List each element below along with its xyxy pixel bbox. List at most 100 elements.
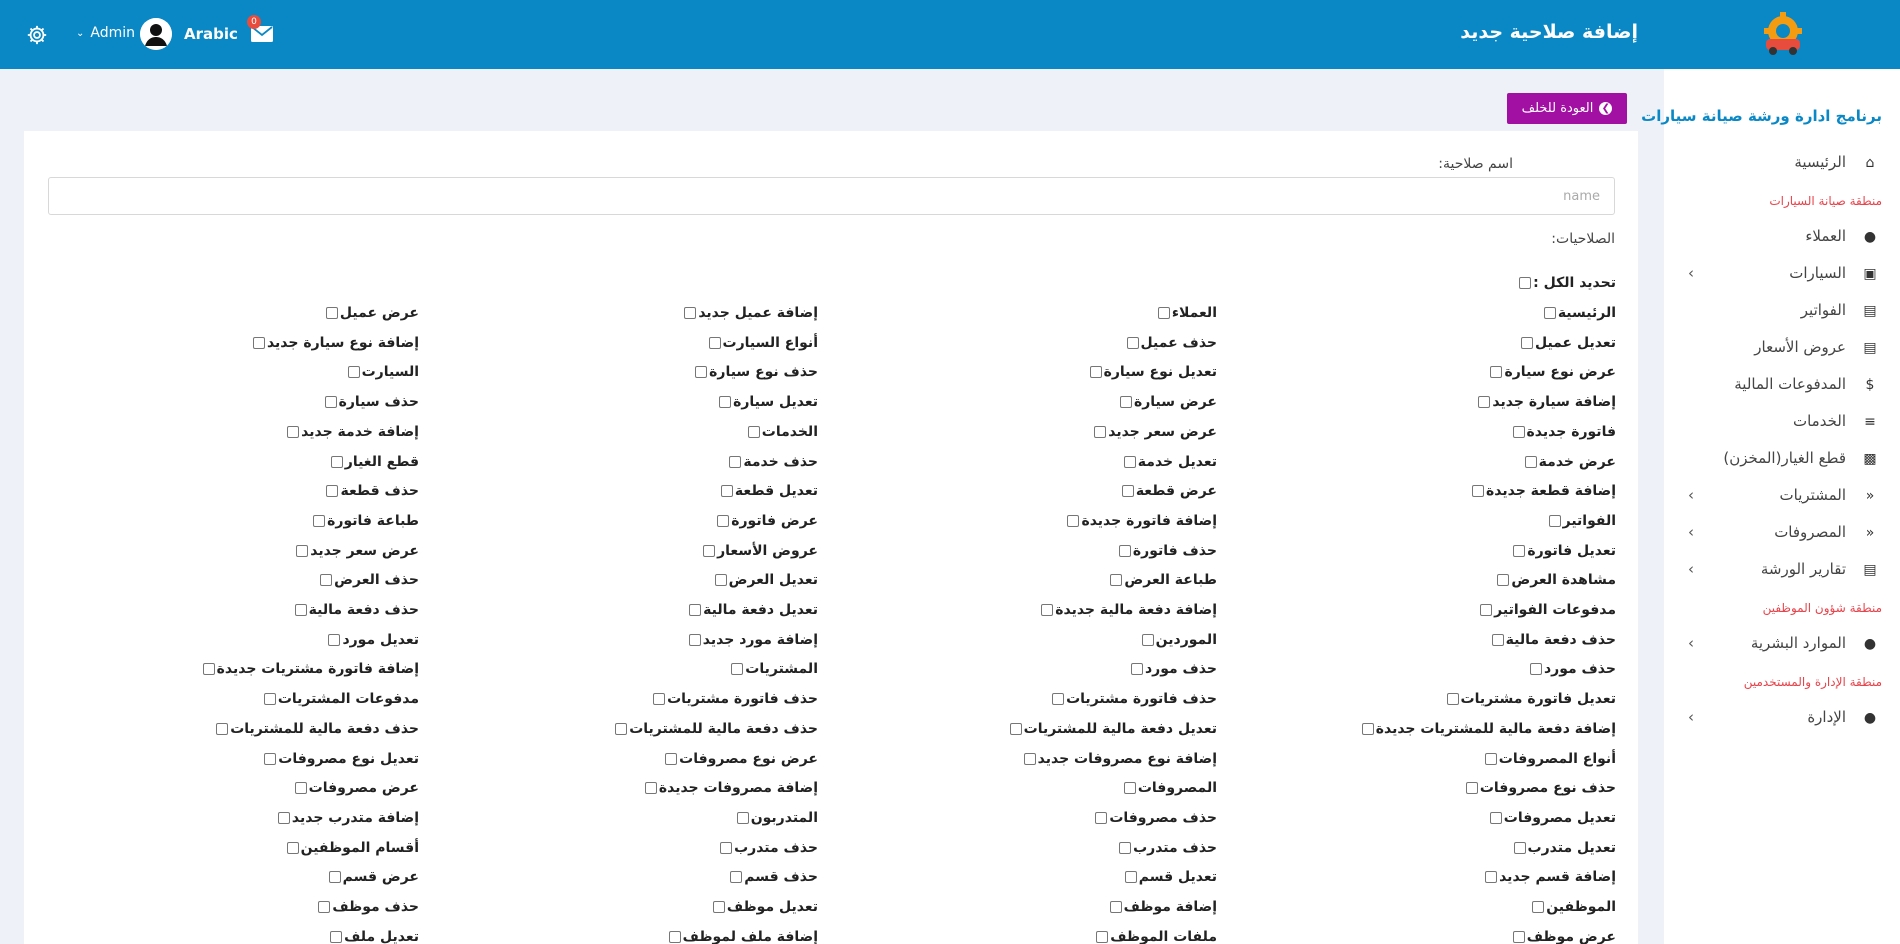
permission-checkbox[interactable]: حذف فاتورة مشتريات xyxy=(653,691,818,707)
checkbox[interactable] xyxy=(688,634,701,646)
permission-checkbox[interactable]: عرض سعر جديد xyxy=(296,543,419,559)
permission-checkbox[interactable]: تعديل مصروفات xyxy=(1489,810,1616,826)
permission-checkbox[interactable]: طباعة فاتورة xyxy=(313,513,419,529)
permission-checkbox[interactable]: تعديل متدرب xyxy=(1513,840,1616,856)
permission-checkbox[interactable]: ملفات الموظف xyxy=(1096,929,1217,944)
permission-checkbox[interactable]: تعديل دفعة مالية للمشتريات xyxy=(1009,721,1217,737)
checkbox[interactable] xyxy=(325,307,338,319)
checkbox[interactable] xyxy=(263,693,276,705)
checkbox[interactable] xyxy=(1489,812,1502,824)
permission-checkbox[interactable]: إضافة قطعة جديدة xyxy=(1472,483,1616,499)
checkbox[interactable] xyxy=(1052,693,1065,705)
permission-checkbox[interactable]: تعديل نوع سيارة xyxy=(1089,364,1217,380)
permission-checkbox[interactable]: حذف دفعة مالية xyxy=(294,602,419,618)
checkbox[interactable] xyxy=(615,723,628,735)
permission-checkbox[interactable]: عرض سعر جديد xyxy=(1094,424,1217,440)
permission-checkbox[interactable]: السيارت xyxy=(347,364,419,380)
permission-checkbox[interactable]: تعديل دفعة مالية xyxy=(689,602,818,618)
checkbox[interactable] xyxy=(330,456,343,468)
permission-checkbox[interactable]: المشتريات xyxy=(731,661,818,677)
checkbox[interactable] xyxy=(326,485,339,497)
sidebar-item-expenses[interactable]: « المصروفات › xyxy=(1664,518,1900,548)
checkbox[interactable] xyxy=(1089,366,1102,378)
checkbox[interactable] xyxy=(695,366,708,378)
checkbox[interactable] xyxy=(330,931,343,943)
permission-checkbox[interactable]: إضافة عميل جديد xyxy=(684,305,818,321)
permission-checkbox[interactable]: الموظفين xyxy=(1532,899,1616,915)
checkbox[interactable] xyxy=(1009,723,1022,735)
permission-checkbox[interactable]: تعديل قطعة xyxy=(720,483,818,499)
permission-checkbox[interactable]: الرئيسية xyxy=(1543,305,1616,321)
checkbox[interactable] xyxy=(318,901,331,913)
permission-checkbox[interactable]: تعديل خدمة xyxy=(1123,454,1217,470)
permission-checkbox[interactable]: إضافة قسم جديد xyxy=(1485,869,1616,885)
checkbox[interactable] xyxy=(1478,396,1491,408)
permission-checkbox[interactable]: حذف نوع سيارة xyxy=(695,364,818,380)
checkbox[interactable] xyxy=(712,901,725,913)
permission-checkbox[interactable]: حذف متدرب xyxy=(720,840,818,856)
checkbox[interactable] xyxy=(1532,901,1545,913)
language-switch[interactable]: Arabic xyxy=(184,25,238,43)
permission-checkbox[interactable]: عرض موظف xyxy=(1512,929,1616,944)
checkbox[interactable] xyxy=(689,604,702,616)
permission-checkbox[interactable]: عرض نوع مصروفات xyxy=(665,751,818,767)
permission-checkbox[interactable]: إضافة مصروفات جديدة xyxy=(644,780,818,796)
permission-checkbox[interactable]: حذف دفعة مالية xyxy=(1491,632,1616,648)
permission-checkbox[interactable]: حذف مورد xyxy=(1529,661,1616,677)
checkbox[interactable] xyxy=(720,485,733,497)
checkbox[interactable] xyxy=(1094,426,1107,438)
permission-checkbox[interactable]: تعديل موظف xyxy=(712,899,818,915)
checkbox[interactable] xyxy=(1491,634,1504,646)
checkbox[interactable] xyxy=(1529,663,1542,675)
permission-name-input[interactable] xyxy=(48,177,1615,215)
checkbox[interactable] xyxy=(1130,663,1143,675)
permission-checkbox[interactable]: عرض فاتورة xyxy=(717,513,818,529)
sidebar-item-services[interactable]: ≡ الخدمات xyxy=(1664,407,1900,437)
permission-checkbox[interactable]: إضافة نوع سيارة جديد xyxy=(252,335,419,351)
user-menu[interactable]: ⌄ Admin xyxy=(76,25,135,41)
permission-checkbox[interactable]: حذف دفعة مالية للمشتريات xyxy=(615,721,818,737)
permission-checkbox[interactable]: الموردين xyxy=(1141,632,1217,648)
checkbox[interactable] xyxy=(1513,545,1526,557)
permission-checkbox[interactable]: تعديل مورد xyxy=(328,632,419,648)
sidebar-item-home[interactable]: ⌂ الرئيسية xyxy=(1664,148,1900,178)
permission-checkbox[interactable]: تعديل ملف xyxy=(330,929,419,944)
gear-icon[interactable] xyxy=(26,24,48,46)
checkbox[interactable] xyxy=(1067,515,1080,527)
sidebar-item-quotes[interactable]: ▤ عروض الأسعار xyxy=(1664,333,1900,363)
permission-checkbox[interactable]: إضافة فاتورة مشتريات جديدة xyxy=(202,661,419,677)
permission-checkbox[interactable]: عرض نوع سيارة xyxy=(1490,364,1616,380)
checkbox[interactable] xyxy=(1512,426,1525,438)
sidebar-item-payments[interactable]: $ المدفوعات المالية xyxy=(1664,370,1900,400)
checkbox[interactable] xyxy=(277,812,290,824)
sidebar-item-reports[interactable]: ▤ تقارير الورشة › xyxy=(1664,555,1900,585)
checkbox[interactable] xyxy=(1110,574,1123,586)
permission-checkbox[interactable]: إضافة دفعة مالية للمشتريات جديدة xyxy=(1361,721,1616,737)
checkbox[interactable] xyxy=(1121,485,1134,497)
checkbox[interactable] xyxy=(668,931,681,943)
permission-checkbox[interactable]: عرض عميل xyxy=(325,305,419,321)
sidebar-item-hr[interactable]: ● الموارد البشرية › xyxy=(1664,629,1900,659)
checkbox[interactable] xyxy=(730,871,743,883)
permission-checkbox[interactable]: عرض مصروفات xyxy=(294,780,419,796)
permission-checkbox[interactable]: تعديل فاتورة xyxy=(1513,543,1616,559)
sidebar-item-admin[interactable]: ● الإدارة › xyxy=(1664,703,1900,733)
checkbox[interactable] xyxy=(708,337,721,349)
sidebar-item-purchases[interactable]: « المشتريات › xyxy=(1664,481,1900,511)
checkbox[interactable] xyxy=(720,842,733,854)
permission-checkbox[interactable]: تعديل العرض xyxy=(714,572,818,588)
checkbox[interactable] xyxy=(719,396,732,408)
checkbox[interactable] xyxy=(1119,842,1132,854)
checkbox[interactable] xyxy=(684,307,697,319)
permission-checkbox[interactable]: إضافة دفعة مالية جديدة xyxy=(1041,602,1217,618)
checkbox[interactable] xyxy=(313,515,326,527)
checkbox[interactable] xyxy=(252,337,265,349)
permission-checkbox[interactable]: قطع الغيار xyxy=(330,454,419,470)
permission-checkbox[interactable]: تعديل سيارة xyxy=(719,394,818,410)
permission-checkbox[interactable]: حذف نوع مصروفات xyxy=(1465,780,1616,796)
permission-checkbox[interactable]: عرض سيارة xyxy=(1119,394,1217,410)
checkbox[interactable] xyxy=(264,753,277,765)
checkbox[interactable] xyxy=(1118,545,1131,557)
checkbox[interactable] xyxy=(1095,812,1108,824)
permission-checkbox[interactable]: أنواع المصروفات xyxy=(1484,751,1616,767)
